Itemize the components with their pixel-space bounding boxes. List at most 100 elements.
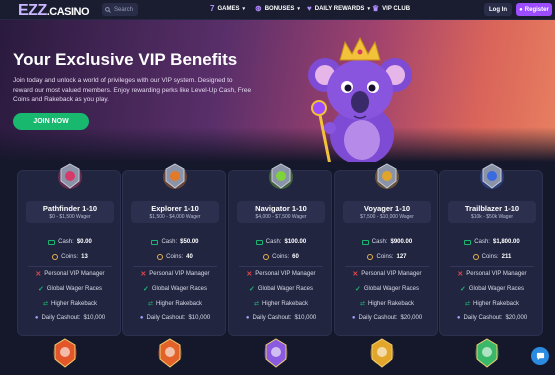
vip-tier-card: Voyager 1-10 $7,500 - $10,000 Wager Cash… [334,163,439,336]
tier-name: Pathfinder 1-10 [42,204,98,213]
wager-races-label: Global Wager Races [257,286,313,292]
coin-icon [52,254,59,260]
x-icon: ✕ [246,271,253,278]
rakeback-label: Higher Rakeback [368,300,415,307]
x-icon: ✕ [457,271,464,278]
coins-row: Coins: 60 [229,254,333,260]
coins-row: Coins: 211 [440,254,544,260]
vip-manager-label: Personal VIP Manager [149,271,210,277]
wager-races-label: Global Wager Races [468,286,524,292]
tier-name: Navigator 1-10 [255,204,307,213]
cash-row: Cash: $1,800.00 [440,239,544,245]
divider [239,266,323,267]
vip-manager-row: ✕ Personal VIP Manager [440,270,544,278]
divider [133,266,217,267]
vip-manager-label: Personal VIP Manager [466,271,527,277]
hero-description: Join today and unlock a world of privile… [13,77,252,103]
coin-icon [157,254,164,260]
cashout-icon: ● [456,315,461,321]
vip-tier-card: Navigator 1-10 $4,000 - $7,500 Wager Cas… [228,163,333,336]
daily-cashout-label: Daily Cashout: [358,315,398,321]
chevron-down-icon: ▾ [367,5,370,12]
crown-icon: ♛ [372,4,380,13]
coins-value: 13 [81,254,88,260]
divider [28,266,112,267]
user-icon: ● [519,6,523,13]
tier-name: Explorer 1-10 [151,204,199,213]
nav-vip-club[interactable]: ♛ VIP CLUB [372,4,410,13]
search-input[interactable]: Search [102,3,138,16]
tier-header: Pathfinder 1-10 $0 - $1,500 Wager [26,201,114,223]
tier-header: Navigator 1-10 $4,000 - $7,500 Wager [237,201,325,223]
daily-cashout-label: Daily Cashout: [41,315,81,321]
x-icon: ✕ [140,271,147,278]
coins-value: 60 [292,254,299,260]
cash-value: $100.00 [284,239,307,245]
vip-tier-card: Explorer 1-10 $1,500 - $4,000 Wager Cash… [122,163,227,336]
daily-cashout-value: $20,000 [400,315,423,321]
tier-badge-icon [156,337,184,371]
chat-button[interactable] [531,347,549,365]
nav-bonuses[interactable]: ⊛ BONUSES ▾ [255,4,300,13]
rakeback-icon: ⇄ [147,301,153,307]
daily-cashout-value: $10,000 [188,315,211,321]
tier-wager: $1,500 - $4,000 Wager [149,214,201,220]
tier-badge-icon [163,163,187,189]
search-icon [105,6,111,13]
rakeback-row: ⇄ Higher Rakeback [229,300,333,308]
cash-row: Cash: $900.00 [335,239,439,245]
coins-row: Coins: 127 [335,254,439,260]
rakeback-icon: ⇄ [253,301,259,307]
nav-games[interactable]: 7 GAMES ▾ [210,4,245,13]
vip-manager-row: ✕ Personal VIP Manager [123,270,227,278]
vip-manager-row: ✕ Personal VIP Manager [229,270,333,278]
cash-icon [151,239,159,245]
x-icon: ✕ [35,271,42,278]
cashout-icon: ● [139,315,144,321]
cash-value: $900.00 [390,239,413,245]
coins-label: Coins: [61,254,79,260]
daily-cashout-label: Daily Cashout: [463,315,503,321]
coins-label: Coins: [481,254,499,260]
rakeback-row: ⇄ Higher Rakeback [440,300,544,308]
wager-races-row: ✓ Global Wager Races [18,285,122,293]
top-navbar: EZZ.CASINO Search 7 GAMES ▾ ⊛ BONUSES ▾ … [0,0,555,20]
login-button[interactable]: Log In [484,3,512,16]
daily-cashout-row: ● Daily Cashout: $10,000 [123,315,227,321]
nav-bonuses-label: BONUSES [264,5,295,12]
rakeback-icon: ⇄ [42,301,48,307]
cash-label: Cash: [265,239,282,245]
check-icon: ✓ [37,286,44,293]
tier-badge-icon [375,163,399,189]
coins-label: Coins: [166,254,184,260]
coins-label: Coins: [272,254,290,260]
cash-value: $50.00 [180,239,199,245]
tier-badge-icon [269,163,293,189]
coin-icon [263,254,270,260]
tier-wager: $0 - $1,500 Wager [49,214,91,220]
rakeback-icon: ⇄ [359,301,365,307]
cash-icon [361,239,369,245]
daily-cashout-row: ● Daily Cashout: $20,000 [335,315,439,321]
logo[interactable]: EZZ.CASINO [18,2,90,20]
rakeback-icon: ⇄ [464,301,470,307]
vip-manager-label: Personal VIP Manager [361,271,422,277]
divider [345,266,429,267]
nav-daily-rewards[interactable]: ♥ DAILY REWARDS ▾ [307,4,370,13]
register-label: Register [524,6,549,13]
tier-name: Trailblazer 1-10 [464,204,520,213]
register-button[interactable]: ● Register [516,3,552,16]
vip-tier-card: Trailblazer 1-10 $10k - $50k Wager Cash:… [439,163,544,336]
daily-cashout-row: ● Daily Cashout: $10,000 [18,315,122,321]
daily-cashout-row: ● Daily Cashout: $20,000 [440,315,544,321]
coin-icon [367,254,374,260]
join-now-button[interactable]: JOIN NOW [13,113,89,130]
vip-manager-row: ✕ Personal VIP Manager [18,270,122,278]
daily-cashout-value: $10,000 [294,315,317,321]
daily-cashout-value: $20,000 [505,315,528,321]
x-icon: ✕ [352,271,359,278]
cash-label: Cash: [58,239,74,245]
coins-value: 40 [186,254,193,260]
bonus-icon: ⊛ [255,4,262,13]
cash-icon [48,239,56,245]
